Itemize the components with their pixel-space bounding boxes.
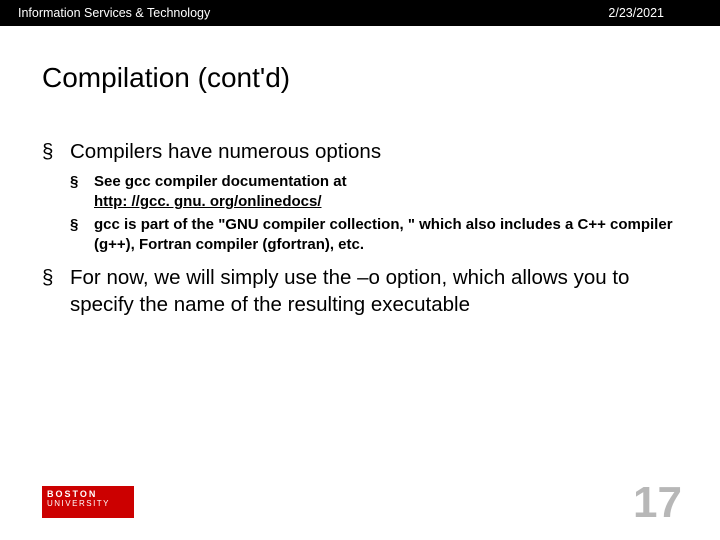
bullet-text-pre: See gcc compiler documentation at xyxy=(94,173,347,190)
bullet-level2: § gcc is part of the "GNU compiler colle… xyxy=(70,215,678,256)
logo-line2: UNIVERSITY xyxy=(47,500,129,509)
bullet-text: Compilers have numerous options xyxy=(70,140,381,164)
bullet-marker: § xyxy=(70,172,94,213)
bullet-level1: § For now, we will simply use the –o opt… xyxy=(42,265,678,318)
slide-header: Information Services & Technology 2/23/2… xyxy=(0,0,720,26)
bullet-level2: § See gcc compiler documentation at http… xyxy=(70,172,678,213)
page-number: 17 xyxy=(633,478,682,528)
bullet-text: gcc is part of the "GNU compiler collect… xyxy=(94,215,678,256)
slide-date: 2/23/2021 xyxy=(608,6,664,20)
bullet-marker: § xyxy=(70,215,94,256)
bu-logo: BOSTON UNIVERSITY xyxy=(42,486,134,518)
org-name: Information Services & Technology xyxy=(18,6,210,20)
bullet-text: See gcc compiler documentation at http: … xyxy=(94,172,347,213)
bullet-marker: § xyxy=(42,140,70,164)
bullet-text: For now, we will simply use the –o optio… xyxy=(70,265,678,318)
doc-link[interactable]: http: //gcc. gnu. org/onlinedocs/ xyxy=(94,193,322,210)
slide-content: § Compilers have numerous options § See … xyxy=(0,94,720,318)
bullet-marker: § xyxy=(42,265,70,318)
slide-title: Compilation (cont'd) xyxy=(0,26,720,94)
bullet-level1: § Compilers have numerous options xyxy=(42,140,678,164)
slide-footer: BOSTON UNIVERSITY 17 xyxy=(0,478,720,540)
